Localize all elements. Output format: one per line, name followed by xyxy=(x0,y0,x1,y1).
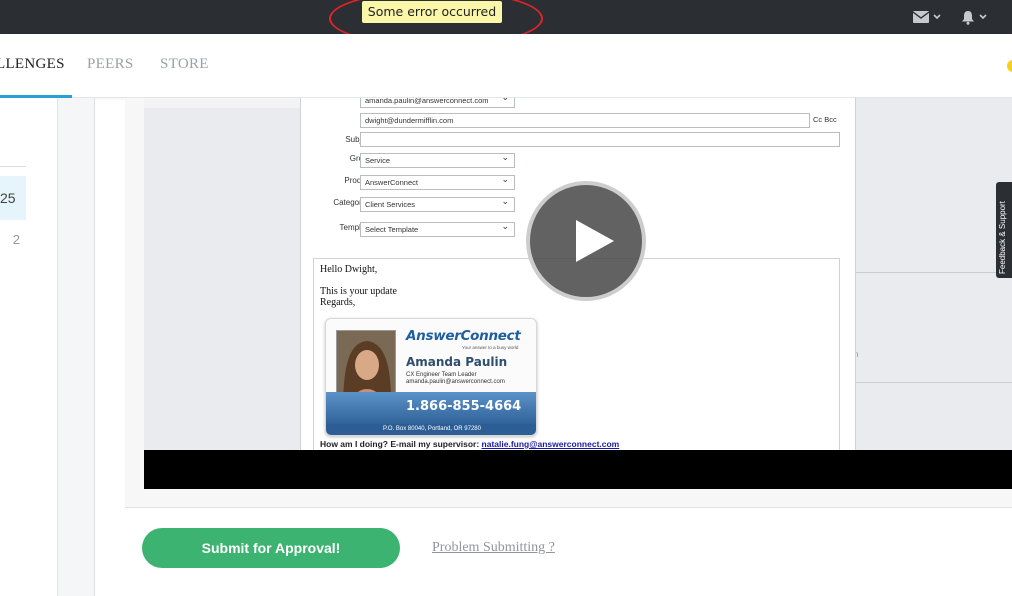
subject-field xyxy=(360,132,840,147)
notifications-menu[interactable] xyxy=(961,9,987,25)
product-select: AnswerConnect xyxy=(360,175,515,190)
sidebar-divider xyxy=(0,166,26,167)
signature-email: amanda.paulin@answerconnect.com xyxy=(406,379,505,385)
signature-details: CX Engineer Team Leader amanda.paulin@an… xyxy=(406,372,505,386)
mail-menu[interactable] xyxy=(913,9,941,25)
template-select: Select Template xyxy=(360,222,515,237)
signature-address: P.O. Box 80040, Portland, OR 97280 xyxy=(326,424,536,435)
main-nav: LLENGES PEERS STORE xyxy=(0,34,1012,98)
problem-submitting-link[interactable]: Problem Submitting ? xyxy=(432,540,555,556)
divider xyxy=(856,382,1012,383)
sidebar-item-selected[interactable]: 25 xyxy=(0,176,26,220)
bell-icon xyxy=(962,10,974,25)
signature-name: Amanda Paulin xyxy=(406,355,508,369)
feedback-support-tab[interactable]: Feedback & Support xyxy=(996,182,1012,278)
top-bar: Some error occurred xyxy=(0,0,1012,47)
submit-for-approval-button[interactable]: Submit for Approval! xyxy=(142,528,400,568)
signature-card: AnswerConnect Your answer to a busy worl… xyxy=(325,318,537,436)
divider xyxy=(94,98,95,596)
play-button[interactable] xyxy=(526,181,646,301)
gutter xyxy=(58,98,94,596)
video-player[interactable]: 7 n 7 amanda.paulin@answerconnect.com To… xyxy=(144,98,1012,489)
divider xyxy=(856,272,1012,273)
group-select: Service xyxy=(360,153,515,168)
footer-text: How am I doing? E-mail my supervisor: xyxy=(320,439,482,449)
mail-icon xyxy=(913,11,929,23)
email-footer: How am I doing? E-mail my supervisor: na… xyxy=(320,439,619,449)
from-select: amanda.paulin@answerconnect.com xyxy=(360,98,515,108)
email-greeting: Hello Dwight, xyxy=(320,264,378,275)
company-logo: AnswerConnect xyxy=(406,328,521,344)
email-line: This is your update xyxy=(320,286,397,297)
email-line: Regards, xyxy=(320,297,356,308)
left-sidebar xyxy=(0,98,58,596)
categories-select: Client Services xyxy=(360,197,515,212)
feedback-label: Feedback & Support xyxy=(998,201,1007,274)
chevron-down-icon xyxy=(979,14,987,20)
tab-challenges[interactable]: LLENGES xyxy=(0,56,65,73)
supervisor-email-link: natalie.fung@answerconnect.com xyxy=(481,439,620,449)
play-icon xyxy=(576,220,614,262)
signature-phone: 1.866-855-4664 xyxy=(406,399,522,414)
sidebar-item[interactable]: 2 xyxy=(0,232,20,247)
logo-tagline: Your answer to a busy world xyxy=(462,345,519,350)
chevron-down-icon xyxy=(933,14,941,20)
status-dot[interactable] xyxy=(1007,60,1012,72)
signature-title: CX Engineer Team Leader xyxy=(406,372,477,378)
video-control-bar[interactable] xyxy=(144,450,1012,489)
tab-peers[interactable]: PEERS xyxy=(87,56,134,73)
to-field: dwight@dundermifflin.com xyxy=(360,113,810,128)
cc-bcc-link: Cc Bcc xyxy=(813,115,837,124)
tab-store[interactable]: STORE xyxy=(160,56,209,73)
video-margin xyxy=(144,98,300,108)
